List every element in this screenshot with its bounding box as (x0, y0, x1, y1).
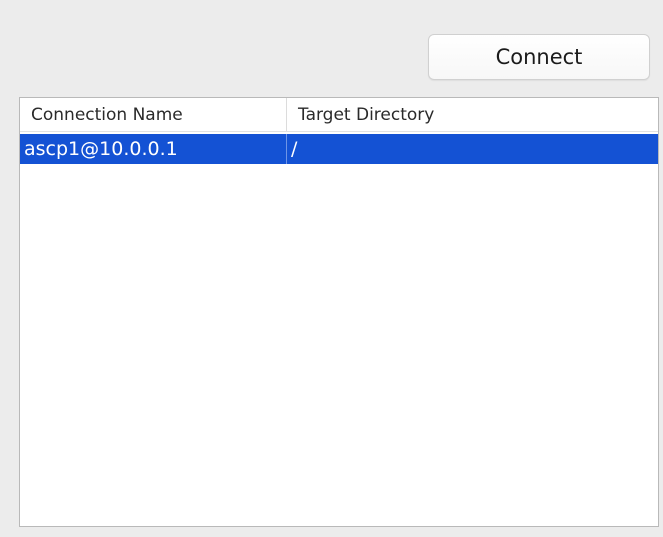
table-body: ascp1@10.0.0.1 / (20, 134, 658, 164)
column-header-target-directory[interactable]: Target Directory (287, 98, 658, 131)
target-directory-cell[interactable]: / (287, 134, 658, 164)
connect-button[interactable]: Connect (428, 34, 650, 80)
connections-table[interactable]: Connection Name Target Directory ascp1@1… (19, 97, 659, 527)
table-row[interactable]: ascp1@10.0.0.1 / (20, 134, 658, 164)
table-header: Connection Name Target Directory (20, 98, 658, 132)
column-header-connection-name[interactable]: Connection Name (20, 98, 287, 131)
connection-name-cell[interactable]: ascp1@10.0.0.1 (20, 134, 287, 164)
